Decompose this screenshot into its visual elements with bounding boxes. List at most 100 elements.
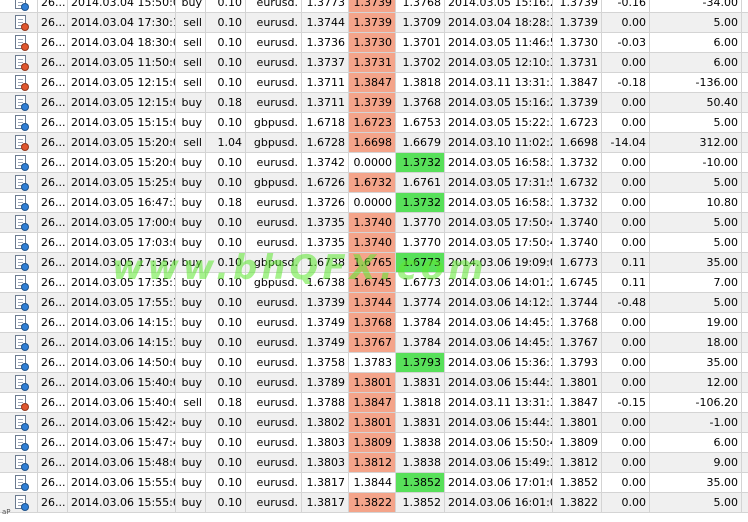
profit-cell: -1.00 <box>650 413 742 433</box>
close-time-cell: 2014.03.06 15:44:38 <box>445 373 553 393</box>
size-cell: 0.10 <box>206 313 246 333</box>
take-profit-cell: 1.3732 <box>396 193 445 213</box>
symbol-cell: eurusd. <box>246 353 302 373</box>
table-row[interactable]: 26... 2014.03.06 15:55:01 buy 0.10 eurusd. 1.… <box>0 473 748 493</box>
row-end-cell <box>742 493 748 513</box>
table-row[interactable]: 26... 2014.03.05 17:55:11 buy 0.10 eurusd. 1.… <box>0 293 748 313</box>
row-end-cell <box>742 473 748 493</box>
open-time-cell: 2014.03.05 17:03:03 <box>68 233 176 253</box>
table-row[interactable]: 26... 2014.03.04 18:30:06 sell 0.10 eurusd. 1… <box>0 33 748 53</box>
table-row[interactable]: 26... 2014.03.05 17:03:03 buy 0.10 eurusd. 1.… <box>0 233 748 253</box>
table-row[interactable]: 26... 2014.03.06 14:15:12 buy 0.10 eurusd. 1.… <box>0 313 748 333</box>
take-profit-cell: 1.6679 <box>396 133 445 153</box>
row-icon-cell <box>0 73 38 93</box>
open-price-cell: 1.3809 <box>349 433 396 453</box>
table-row[interactable]: 26... 2014.03.06 15:40:03 buy 0.10 eurusd. 1.… <box>0 373 748 393</box>
close-price-cell: 1.6773 <box>553 253 602 273</box>
profit-cell: 5.00 <box>650 493 742 513</box>
open-time-cell: 2014.03.05 15:15:05 <box>68 113 176 133</box>
row-end-cell <box>742 233 748 253</box>
order-sell-icon <box>15 75 29 91</box>
symbol-cell: eurusd. <box>246 233 302 253</box>
order-buy-icon <box>15 95 29 111</box>
open-price-cell: 1.3739 <box>349 93 396 113</box>
commission-cell: 0.00 <box>602 493 650 513</box>
corner-mark: aP <box>2 508 11 516</box>
table-row[interactable]: 26... 2014.03.04 17:30:12 sell 0.10 eurusd. 1… <box>0 13 748 33</box>
profit-cell: -34.00 <box>650 0 742 13</box>
order-buy-icon <box>15 375 29 391</box>
take-profit-cell: 1.3770 <box>396 213 445 233</box>
close-time-cell: 2014.03.06 15:36:16 <box>445 353 553 373</box>
symbol-cell: gbpusd. <box>246 253 302 273</box>
ticket-cell: 26... <box>38 73 68 93</box>
order-buy-icon <box>15 275 29 291</box>
row-end-cell <box>742 93 748 113</box>
table-row[interactable]: 26... 2014.03.05 11:50:03 sell 0.10 eurusd. 1… <box>0 53 748 73</box>
stop-loss-cell: 1.3726 <box>302 193 349 213</box>
commission-cell: 0.11 <box>602 253 650 273</box>
row-end-cell <box>742 453 748 473</box>
close-time-cell: 2014.03.06 17:01:04 <box>445 473 553 493</box>
open-time-cell: 2014.03.05 15:20:02 <box>68 133 176 153</box>
type-cell: sell <box>176 13 206 33</box>
ticket-cell: 26... <box>38 453 68 473</box>
close-time-cell: 2014.03.04 18:28:33 <box>445 13 553 33</box>
table-row[interactable]: 26... 2014.03.05 17:00:02 buy 0.10 eurusd. 1.… <box>0 213 748 233</box>
table-row[interactable]: 26... 2014.03.06 15:48:02 buy 0.10 eurusd. 1.… <box>0 453 748 473</box>
table-row[interactable]: 26... 2014.03.05 12:15:03 buy 0.18 eurusd. 1.… <box>0 93 748 113</box>
table-row[interactable]: 26... 2014.03.06 15:40:05 sell 0.18 eurusd. 1… <box>0 393 748 413</box>
row-end-cell <box>742 193 748 213</box>
table-row[interactable]: 26... 2014.03.05 15:20:02 sell 1.04 gbpusd. 1… <box>0 133 748 153</box>
table-row[interactable]: 26... 2014.03.05 17:35:10 buy 0.10 gbpusd. 1.… <box>0 273 748 293</box>
type-cell: buy <box>176 313 206 333</box>
row-end-cell <box>742 113 748 133</box>
table-row[interactable]: 26... 2014.03.05 12:15:02 sell 0.10 eurusd. 1… <box>0 73 748 93</box>
open-time-cell: 2014.03.06 15:48:02 <box>68 453 176 473</box>
stop-loss-cell: 1.6738 <box>302 253 349 273</box>
commission-cell: 0.00 <box>602 153 650 173</box>
size-cell: 0.10 <box>206 493 246 513</box>
table-row[interactable]: 26... 2014.03.06 14:50:02 buy 0.10 eurusd. 1.… <box>0 353 748 373</box>
row-end-cell <box>742 33 748 53</box>
stop-loss-cell: 1.3789 <box>302 373 349 393</box>
table-row[interactable]: 26... 2014.03.05 15:20:03 buy 0.10 eurusd. 1.… <box>0 153 748 173</box>
table-row[interactable]: 26... 2014.03.05 15:15:05 buy 0.10 gbpusd. 1.… <box>0 113 748 133</box>
stop-loss-cell: 1.3817 <box>302 493 349 513</box>
close-time-cell: 2014.03.11 13:31:31 <box>445 73 553 93</box>
close-price-cell: 1.3822 <box>553 493 602 513</box>
commission-cell: 0.00 <box>602 353 650 373</box>
table-row[interactable]: 26... 2014.03.04 15:50:07 buy 0.10 eurusd. 1.… <box>0 0 748 13</box>
open-price-cell: 1.3767 <box>349 333 396 353</box>
commission-cell: 0.00 <box>602 433 650 453</box>
stop-loss-cell: 1.3788 <box>302 393 349 413</box>
table-row[interactable]: 26... 2014.03.06 14:15:15 buy 0.10 eurusd. 1.… <box>0 333 748 353</box>
stop-loss-cell: 1.3744 <box>302 13 349 33</box>
close-time-cell: 2014.03.06 14:45:18 <box>445 313 553 333</box>
open-time-cell: 2014.03.06 15:42:42 <box>68 413 176 433</box>
table-row[interactable]: 26... 2014.03.06 15:42:42 buy 0.10 eurusd. 1.… <box>0 413 748 433</box>
profit-cell: 10.80 <box>650 193 742 213</box>
close-time-cell: 2014.03.05 17:50:42 <box>445 213 553 233</box>
type-cell: sell <box>176 33 206 53</box>
row-icon-cell <box>0 333 38 353</box>
open-price-cell: 1.3740 <box>349 213 396 233</box>
close-price-cell: 1.6745 <box>553 273 602 293</box>
close-time-cell: 2014.03.05 16:58:34 <box>445 193 553 213</box>
row-icon-cell <box>0 153 38 173</box>
close-price-cell: 1.3847 <box>553 73 602 93</box>
ticket-cell: 26... <box>38 433 68 453</box>
table-row[interactable]: 26... 2014.03.06 15:55:03 buy 0.10 eurusd. 1.… <box>0 493 748 513</box>
take-profit-cell: 1.3770 <box>396 233 445 253</box>
row-icon-cell <box>0 433 38 453</box>
table-row[interactable]: 26... 2014.03.05 15:25:05 buy 0.10 gbpusd. 1.… <box>0 173 748 193</box>
table-row[interactable]: 26... 2014.03.05 17:35:07 buy 0.10 gbpusd. 1.… <box>0 253 748 273</box>
profit-cell: 5.00 <box>650 13 742 33</box>
order-buy-icon <box>15 255 29 271</box>
commission-cell: 0.00 <box>602 93 650 113</box>
commission-cell: -14.04 <box>602 133 650 153</box>
table-row[interactable]: 26... 2014.03.06 15:47:40 buy 0.10 eurusd. 1.… <box>0 433 748 453</box>
table-row[interactable]: 26... 2014.03.05 16:47:37 buy 0.18 eurusd. 1.… <box>0 193 748 213</box>
order-buy-icon <box>15 115 29 131</box>
take-profit-cell: 1.6761 <box>396 173 445 193</box>
